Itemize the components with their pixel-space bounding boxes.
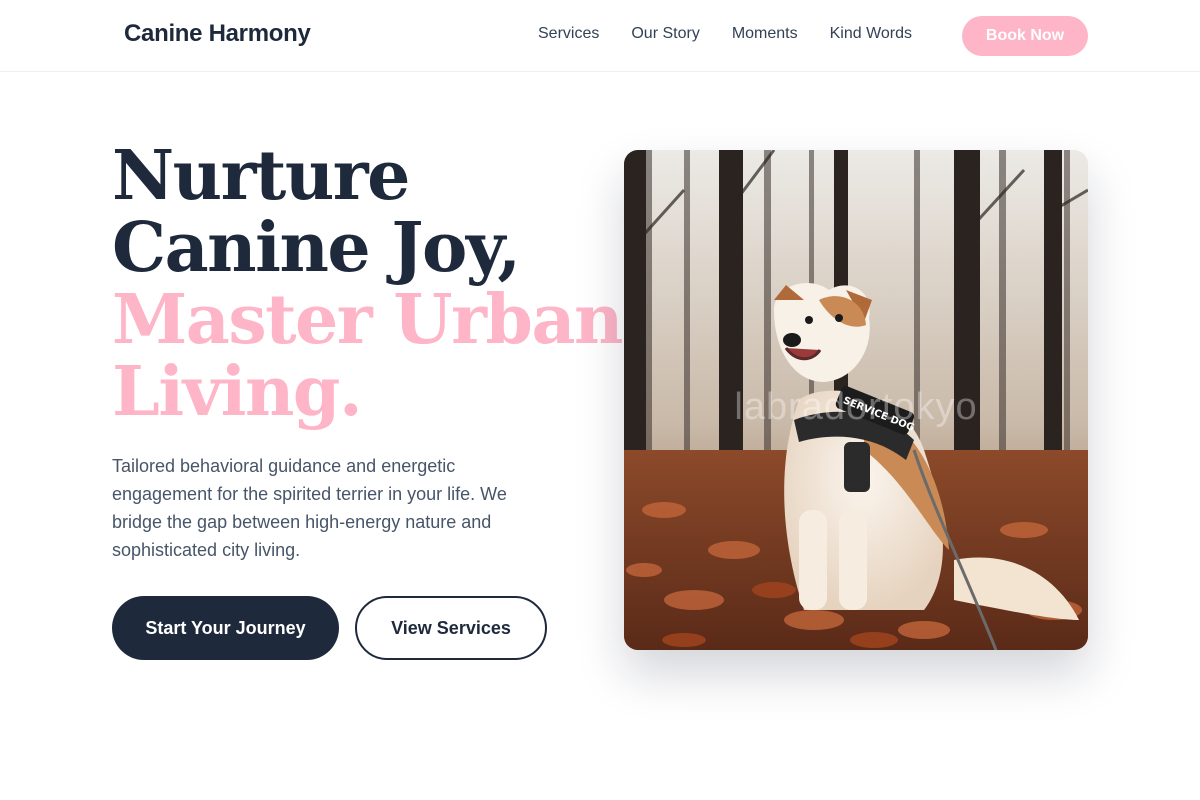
view-services-button[interactable]: View Services xyxy=(355,596,547,660)
hero-description: Tailored behavioral guidance and energet… xyxy=(112,456,507,560)
hero-title: Nurture Canine Joy, Master Urban Living. xyxy=(112,136,623,432)
book-now-button[interactable]: Book Now xyxy=(962,16,1088,56)
start-journey-button[interactable]: Start Your Journey xyxy=(112,596,339,660)
nav-link-our-story[interactable]: Our Story xyxy=(631,25,699,43)
nav-links: Services Our Story Moments Kind Words xyxy=(538,25,944,43)
navbar: Canine Harmony Services Our Story Moment… xyxy=(0,0,1200,72)
nav-link-services[interactable]: Services xyxy=(538,25,599,43)
brand-logo[interactable]: Canine Harmony xyxy=(124,20,311,48)
nav-link-kind-words[interactable]: Kind Words xyxy=(830,25,912,43)
hero-dog-image: SERVICE DOG labradortokyo xyxy=(624,150,1088,650)
hero-title-line: Nurture xyxy=(112,136,410,216)
hero-title-accent-line: Master Urban xyxy=(112,280,623,360)
nav-link-moments[interactable]: Moments xyxy=(732,25,798,43)
hero-title-accent-line: Living. xyxy=(112,352,363,432)
image-watermark: labradortokyo xyxy=(734,386,978,428)
hero-title-line: Canine Joy, xyxy=(112,208,521,288)
